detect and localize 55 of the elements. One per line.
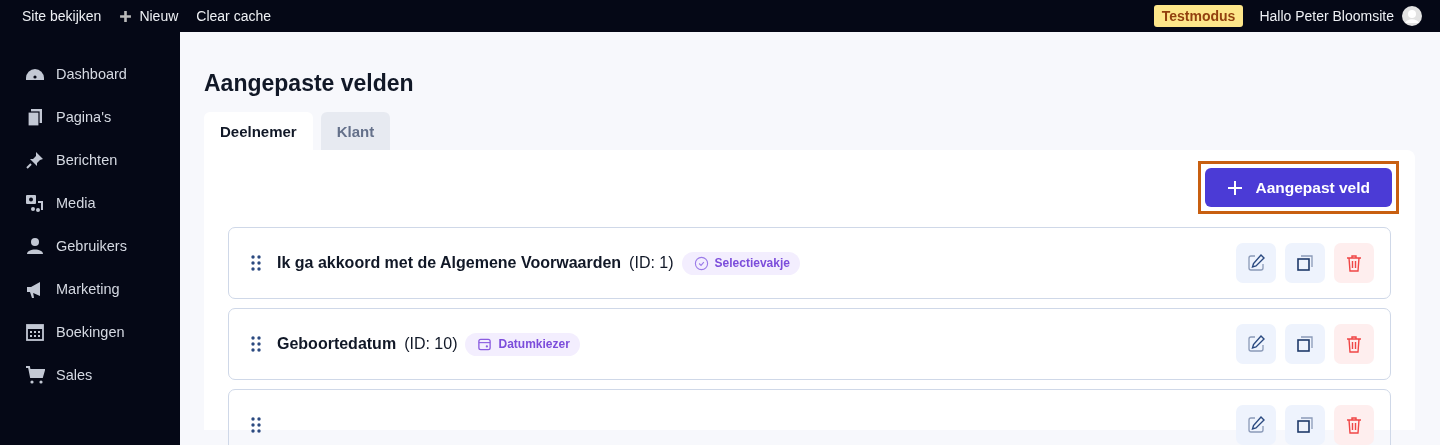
edit-button[interactable]: [1236, 243, 1276, 283]
edit-button[interactable]: [1236, 405, 1276, 445]
edit-icon: [1246, 334, 1266, 354]
plus-icon: [1227, 179, 1244, 196]
copy-icon: [1295, 415, 1315, 435]
plus-icon: [119, 9, 133, 23]
sidebar-item[interactable]: Marketing: [0, 277, 180, 301]
user-greeting[interactable]: Hallo Peter Bloomsite: [1259, 8, 1394, 24]
sidebar-item[interactable]: Pagina's: [0, 105, 180, 129]
copy-icon: [1295, 253, 1315, 273]
sidebar-item[interactable]: Gebruikers: [0, 234, 180, 258]
edit-button[interactable]: [1236, 324, 1276, 364]
sidebar-item[interactable]: Media: [0, 191, 180, 215]
check-circle-icon: [693, 255, 709, 271]
trash-icon: [1344, 415, 1364, 435]
delete-button[interactable]: [1334, 324, 1374, 364]
duplicate-button[interactable]: [1285, 324, 1325, 364]
tab[interactable]: Deelnemer: [204, 112, 313, 150]
drag-handle-icon[interactable]: [251, 336, 261, 352]
copy-icon: [1295, 334, 1315, 354]
user-icon: [25, 236, 45, 256]
calendar-icon: [25, 322, 45, 342]
add-field-button[interactable]: Aangepast veld: [1205, 168, 1392, 207]
cart-icon: [25, 365, 45, 385]
edit-icon: [1246, 415, 1266, 435]
field-name: Geboortedatum: [277, 335, 397, 353]
admin-bar-link[interactable]: Site bekijken: [22, 8, 102, 24]
field-id: (ID: 1): [629, 254, 674, 272]
drag-handle-icon[interactable]: [251, 417, 261, 433]
admin-bar-link[interactable]: Nieuw: [119, 8, 179, 24]
avatar-icon[interactable]: [1402, 6, 1422, 26]
trash-icon: [1344, 334, 1364, 354]
sidebar-item[interactable]: Boekingen: [0, 320, 180, 344]
calendar-icon: [477, 336, 493, 352]
field-type-tag: Datumkiezer: [465, 332, 580, 356]
field-name: Ik ga akkoord met de Algemene Voorwaarden: [277, 254, 622, 272]
media-icon: [25, 193, 45, 213]
trash-icon: [1344, 253, 1364, 273]
sidebar-item[interactable]: Berichten: [0, 148, 180, 172]
sidebar-item[interactable]: Dashboard: [0, 62, 180, 86]
duplicate-button[interactable]: [1285, 405, 1325, 445]
delete-button[interactable]: [1334, 405, 1374, 445]
pushpin-icon: [25, 150, 45, 170]
duplicate-button[interactable]: [1285, 243, 1325, 283]
page-title: Aangepaste velden: [204, 69, 415, 97]
edit-icon: [1246, 253, 1266, 273]
delete-button[interactable]: [1334, 243, 1374, 283]
sidebar-item[interactable]: Sales: [0, 363, 180, 387]
drag-handle-icon[interactable]: [251, 255, 261, 271]
test-mode-badge: Testmodus: [1153, 5, 1244, 27]
pages-icon: [25, 107, 45, 127]
field-id: (ID: 10): [404, 335, 458, 353]
tab[interactable]: Klant: [320, 112, 391, 150]
admin-bar-link[interactable]: Clear cache: [196, 8, 271, 24]
field-type-tag: Selectievakje: [681, 251, 800, 275]
